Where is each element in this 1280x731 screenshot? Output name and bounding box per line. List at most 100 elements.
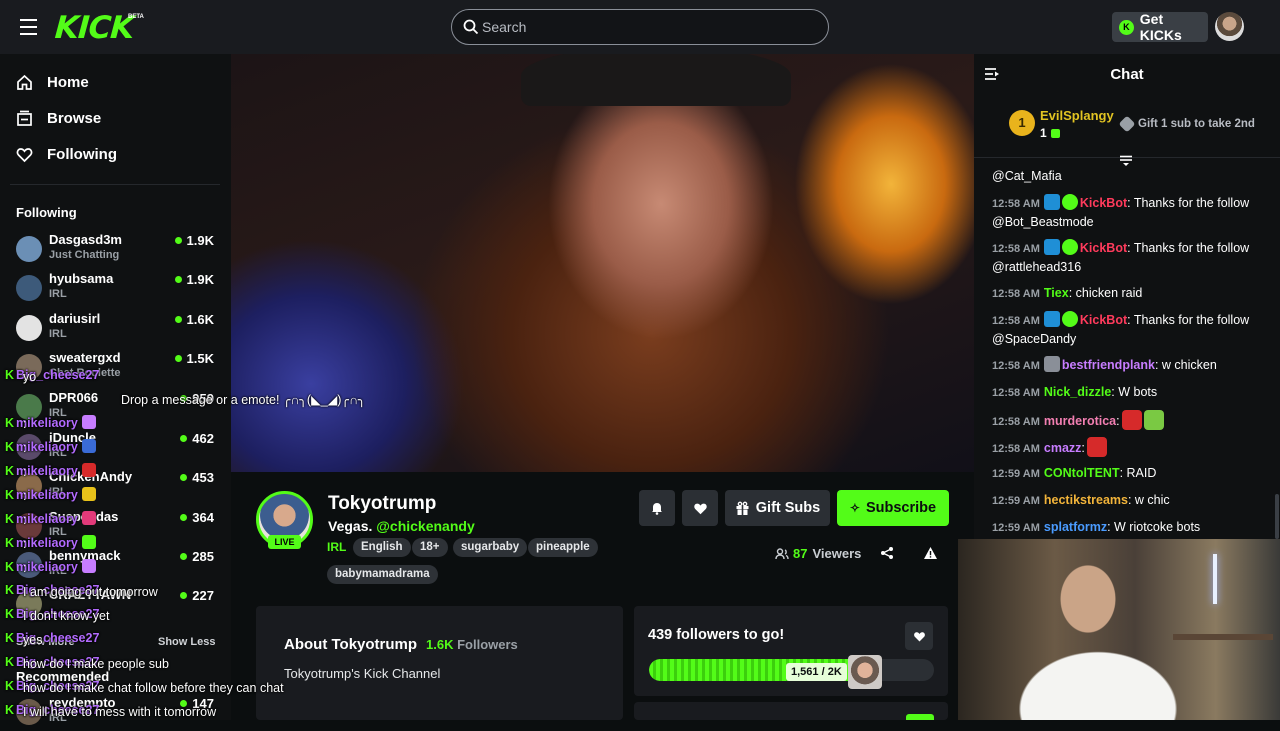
expand-pinned-icon[interactable] xyxy=(1119,155,1133,167)
video-player[interactable] xyxy=(231,54,974,472)
search-input[interactable] xyxy=(482,10,812,44)
report-icon[interactable] xyxy=(923,546,938,560)
channel-name: Suspendas xyxy=(49,509,119,524)
following-heading: Following xyxy=(16,205,77,220)
followed-channel[interactable]: dariusirl IRL 1.6K xyxy=(16,311,216,347)
menu-icon[interactable] xyxy=(20,19,37,40)
browse-icon xyxy=(17,110,32,126)
followed-channel[interactable]: iDuncle IRL 462 xyxy=(16,430,216,466)
streamer-name[interactable]: Tokyotrump xyxy=(328,493,436,515)
subscribe-label: Subscribe xyxy=(865,500,937,516)
nav-following[interactable]: Following xyxy=(16,146,117,163)
channel-category: IRL xyxy=(49,288,67,300)
tag-chip[interactable]: English xyxy=(353,538,411,557)
followed-channel[interactable]: bennymack IRL 285 xyxy=(16,548,216,584)
followed-channel[interactable]: sweatergxd Chat Roulette 1.5K xyxy=(16,350,216,386)
channel-avatar xyxy=(16,236,42,262)
video-frame-cap xyxy=(521,54,791,106)
followed-channel[interactable]: Suspendas IRL 364 xyxy=(16,509,216,545)
heart-icon xyxy=(693,503,707,514)
stream-title-text: Vegas. xyxy=(328,518,373,534)
chat-username[interactable]: splatformz xyxy=(1044,520,1107,534)
gift-diamond-icon xyxy=(1118,115,1136,133)
nav-browse-label: Browse xyxy=(47,110,102,127)
show-more-link[interactable]: Show More xyxy=(16,636,75,648)
chat-username[interactable]: murderotica xyxy=(1044,414,1116,428)
goal-avatar xyxy=(848,655,882,689)
follow-button[interactable] xyxy=(682,490,718,526)
emote-icon xyxy=(1086,437,1107,457)
sub-icon xyxy=(1050,129,1060,138)
message-time: 12:58 AM xyxy=(992,288,1040,300)
recommended-channel[interactable]: reydempto IRL 147 xyxy=(16,695,216,731)
chat-username[interactable]: KickBot xyxy=(1080,241,1127,255)
chat-message: 12:58 AM Tiex: chicken raid xyxy=(992,284,1262,303)
chat-username[interactable]: bestfriendplank xyxy=(1062,358,1155,372)
goal-progress-label: 1,561 / 2K xyxy=(786,663,847,681)
channel-viewers: 1.5K xyxy=(175,351,214,366)
tag-chip[interactable]: pineapple xyxy=(528,538,598,557)
followers-count: 1.6K Followers xyxy=(426,637,518,652)
chat-scrollbar[interactable] xyxy=(1275,494,1279,539)
followed-channel[interactable]: ChickenAndy IRL 453 xyxy=(16,469,216,505)
show-less-link[interactable]: Show Less xyxy=(158,636,215,648)
search-bar[interactable] xyxy=(451,9,829,45)
live-badge: LIVE xyxy=(268,535,301,549)
sparkle-icon: ✧ xyxy=(849,501,860,515)
chat-username[interactable]: CONtolTENT xyxy=(1044,466,1120,480)
followed-channel[interactable]: hyubsama IRL 1.9K xyxy=(16,271,216,307)
category-link[interactable]: IRL xyxy=(327,540,346,554)
chat-text: : xyxy=(1116,414,1120,428)
channel-viewers: 285 xyxy=(180,549,214,564)
gift-subs-button[interactable]: Gift Subs xyxy=(725,490,830,526)
kick-logo[interactable]: KICK xyxy=(54,10,135,46)
channel-viewers: 959 xyxy=(180,391,214,406)
followed-channel[interactable]: Dasgasd3m Just Chatting 1.9K xyxy=(16,232,216,268)
notification-bell-button[interactable] xyxy=(639,490,675,526)
nav-home[interactable]: Home xyxy=(16,74,89,91)
channel-category: IRL xyxy=(49,712,67,724)
chat-username[interactable]: Nick_dizzle xyxy=(1044,385,1111,399)
channel-category: IRL xyxy=(49,328,67,340)
goal-follow-button[interactable] xyxy=(905,622,933,650)
gift-prompt[interactable]: Gift 1 sub to take 2nd xyxy=(1118,115,1255,133)
channel-viewers: 147 xyxy=(180,696,214,711)
followed-channel[interactable]: CRAZYTAWN 227 xyxy=(16,587,216,623)
tag-chip[interactable]: sugarbaby xyxy=(453,538,528,557)
kicks-coin-icon: K xyxy=(1119,19,1134,35)
channel-avatar xyxy=(16,434,42,460)
subscribe-button[interactable]: ✧ Subscribe xyxy=(837,490,949,526)
cam-shelf xyxy=(1173,634,1273,640)
get-kicks-label: Get KICKs xyxy=(1139,11,1182,43)
viewer-count-label: Viewers xyxy=(812,546,862,561)
channel-category: IRL xyxy=(49,486,67,498)
channel-avatar xyxy=(16,699,42,725)
chat-username[interactable]: Tiex xyxy=(1044,286,1069,300)
nav-browse[interactable]: Browse xyxy=(16,110,101,127)
emote-icon xyxy=(1143,410,1164,430)
gift-prompt-text: Gift 1 sub to take 2nd xyxy=(1138,118,1255,130)
chat-text: : W riotcoke bots xyxy=(1107,520,1201,534)
channel-avatar xyxy=(16,315,42,341)
sidebar: Home Browse Following Following Dasgasd3… xyxy=(0,54,231,725)
chat-text: : w chicken xyxy=(1154,358,1217,372)
chat-username[interactable]: hectikstreams xyxy=(1044,493,1128,507)
stream-title-mention[interactable]: @chickenandy xyxy=(376,518,474,534)
verified-badge-icon xyxy=(1061,194,1078,210)
message-time: 12:58 AM xyxy=(992,198,1040,210)
get-kicks-button[interactable]: K Get KICKs xyxy=(1112,11,1208,43)
followers-label: Followers xyxy=(457,637,518,652)
tag-chip[interactable]: 18+ xyxy=(412,538,448,557)
followed-channel[interactable]: DPR066 IRL 959 xyxy=(16,390,216,426)
recommended-heading: Recommended xyxy=(16,669,110,684)
message-time: 12:58 AM xyxy=(992,416,1040,428)
tag-chip[interactable]: babymamadrama xyxy=(327,565,438,584)
chat-username[interactable]: KickBot xyxy=(1080,196,1127,210)
chat-username[interactable]: KickBot xyxy=(1080,313,1127,327)
channel-name: ChickenAndy xyxy=(49,469,133,484)
channel-viewers: 364 xyxy=(180,510,214,525)
top-gifter-name[interactable]: EvilSplangy xyxy=(1040,108,1114,123)
user-avatar[interactable] xyxy=(1215,12,1244,41)
chat-username[interactable]: cmazz xyxy=(1044,441,1082,455)
share-icon[interactable] xyxy=(880,546,894,560)
